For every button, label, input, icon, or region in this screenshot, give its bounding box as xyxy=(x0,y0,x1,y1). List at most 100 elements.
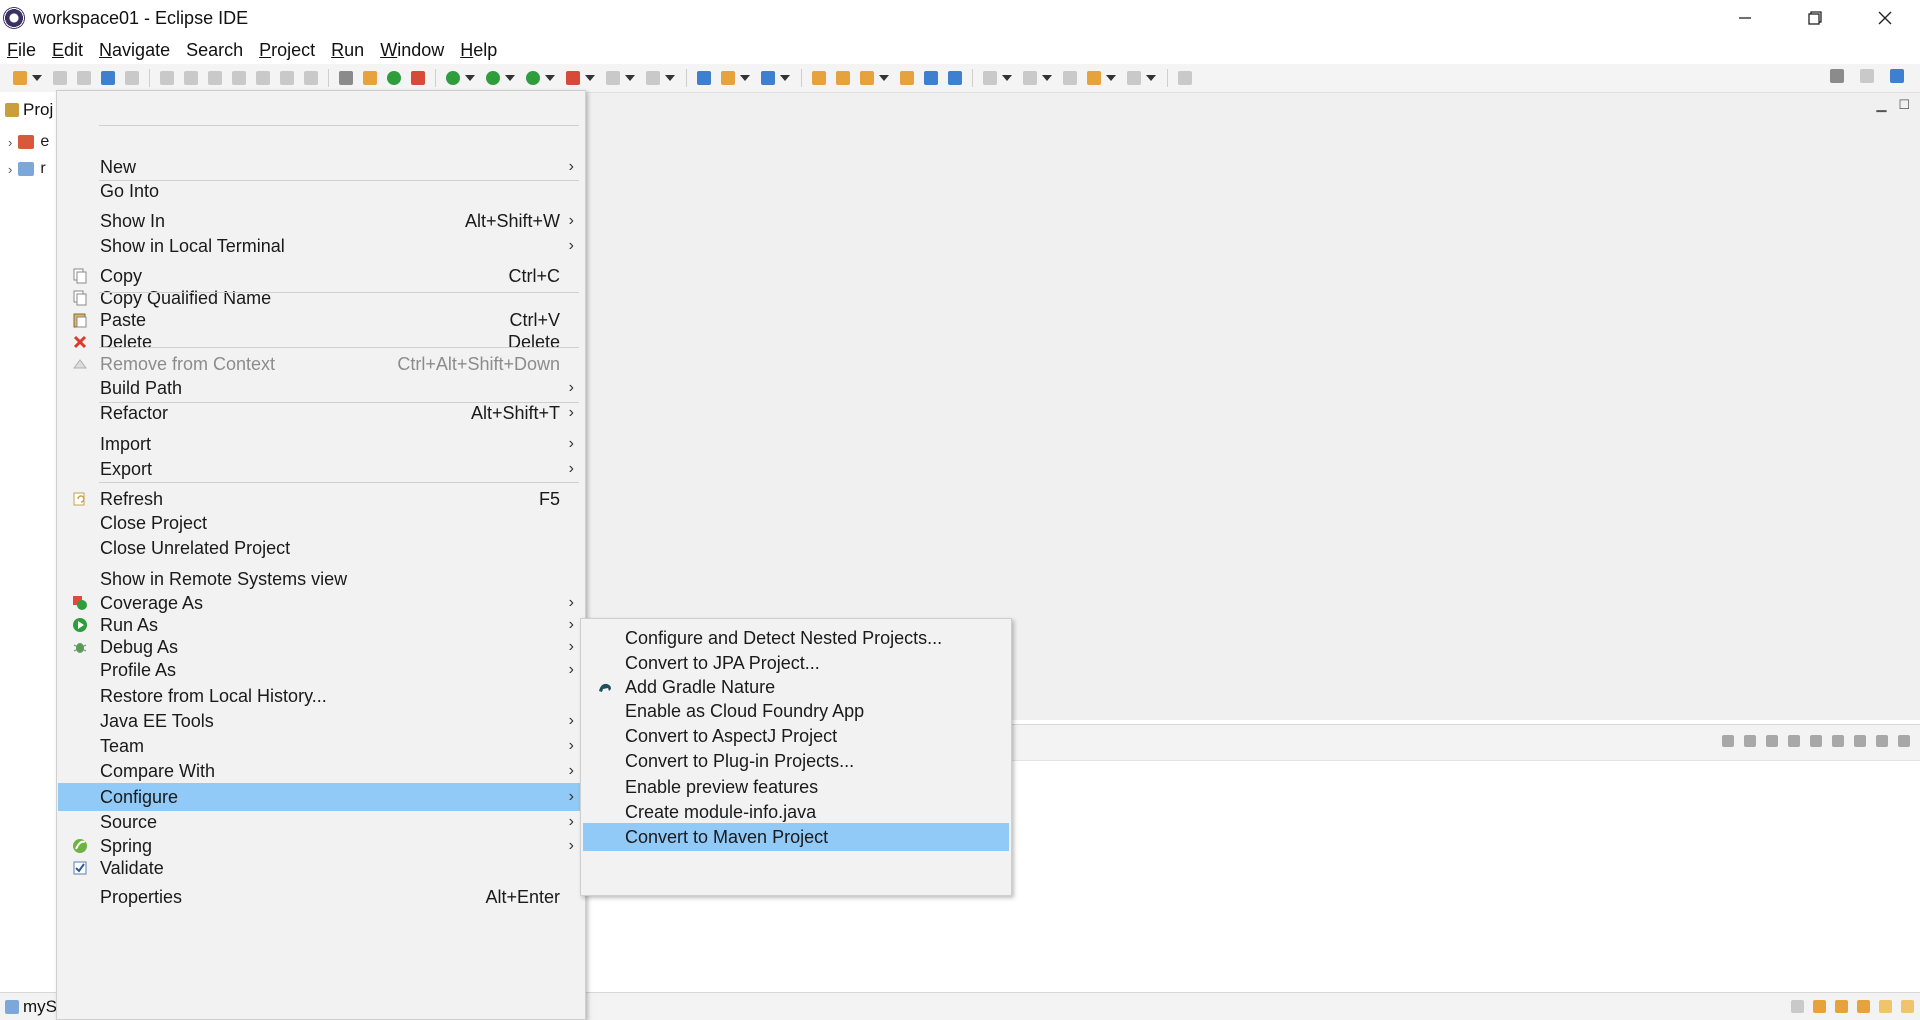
menu-item-build-path[interactable]: Build Path › xyxy=(58,374,584,402)
suspend-icon[interactable] xyxy=(184,71,198,85)
step-into-icon[interactable] xyxy=(256,71,270,85)
submenu-item-convert-to-maven-project[interactable]: Convert to Maven Project xyxy=(583,823,1009,851)
resume-icon[interactable] xyxy=(160,71,174,85)
pen-icon[interactable] xyxy=(1857,1000,1870,1013)
new-dropdown-icon[interactable] xyxy=(32,75,42,81)
book-icon[interactable] xyxy=(1813,1000,1826,1013)
menu-item-properties[interactable]: Properties Alt+Enter xyxy=(58,883,584,911)
new-icon[interactable] xyxy=(13,71,27,85)
open-type-icon[interactable] xyxy=(339,71,353,85)
menu-item-compare-with[interactable]: Compare With › xyxy=(58,757,584,785)
menu-navigate[interactable]: Navigate xyxy=(91,40,178,61)
skip-breakpoints-icon[interactable] xyxy=(125,71,139,85)
tree-item-selected[interactable]: › r xyxy=(8,160,46,178)
chevron-right-icon[interactable]: › xyxy=(8,162,12,177)
disconnect-icon[interactable] xyxy=(232,71,246,85)
spring-boot-icon[interactable] xyxy=(387,71,401,85)
submenu-item-convert-to-aspectj-project[interactable]: Convert to AspectJ Project xyxy=(583,722,1009,750)
stop-dropdown-icon[interactable] xyxy=(625,75,635,81)
menu-item-close-project[interactable]: Close Project xyxy=(58,509,584,537)
menu-item-import[interactable]: Import › xyxy=(58,430,584,458)
menu-item-export[interactable]: Export › xyxy=(58,455,584,483)
back-icon[interactable] xyxy=(1087,71,1101,85)
back-dropdown-icon[interactable] xyxy=(1106,75,1116,81)
save-icon[interactable] xyxy=(53,71,67,85)
open-file-icon[interactable] xyxy=(836,71,850,85)
view-menu-icon[interactable] xyxy=(1854,735,1866,747)
close-button[interactable] xyxy=(1850,0,1920,36)
next-annotation-icon[interactable] xyxy=(983,71,997,85)
terminal-icon[interactable] xyxy=(101,71,115,85)
run-icon[interactable] xyxy=(486,71,500,85)
relaunch-icon[interactable] xyxy=(411,71,425,85)
lightbulb-icon[interactable] xyxy=(1901,1000,1914,1013)
open-perspective-icon[interactable] xyxy=(1860,69,1874,83)
launch-dropdown-icon[interactable] xyxy=(879,75,889,81)
stop-icon[interactable] xyxy=(606,71,620,85)
submenu-item-enable-as-cloud-foundry-app[interactable]: Enable as Cloud Foundry App xyxy=(583,697,1009,725)
smiley-icon[interactable] xyxy=(1879,1000,1892,1013)
new-java-project-icon[interactable] xyxy=(721,71,735,85)
menu-project[interactable]: Project xyxy=(251,40,323,61)
maximize-view-icon[interactable]: ☐ xyxy=(1898,97,1910,113)
external-tools-dropdown-icon[interactable] xyxy=(585,75,595,81)
menu-search[interactable]: Search xyxy=(178,40,251,61)
menu-item-java-ee-tools[interactable]: Java EE Tools › xyxy=(58,707,584,735)
menu-run[interactable]: Run xyxy=(323,40,372,61)
save-all-icon[interactable] xyxy=(77,71,91,85)
publish-icon[interactable] xyxy=(1832,735,1844,747)
globe-icon[interactable] xyxy=(924,71,938,85)
settings-icon[interactable] xyxy=(1744,735,1756,747)
menu-item-restore-from-local-history[interactable]: Restore from Local History... xyxy=(58,682,584,710)
forward-icon[interactable] xyxy=(1127,71,1141,85)
new-server-icon[interactable] xyxy=(697,71,711,85)
new-class-dropdown-icon[interactable] xyxy=(780,75,790,81)
chevron-right-icon[interactable]: › xyxy=(8,135,12,150)
step-return-icon[interactable] xyxy=(304,71,318,85)
hat-icon[interactable] xyxy=(1835,1000,1848,1013)
menu-edit[interactable]: Edit xyxy=(44,40,91,61)
quick-access-search-icon[interactable] xyxy=(1830,69,1844,83)
debug-server-icon[interactable] xyxy=(1788,735,1800,747)
start-server-icon[interactable] xyxy=(1766,735,1778,747)
prev-annotation-dropdown-icon[interactable] xyxy=(1042,75,1052,81)
search-task-icon[interactable] xyxy=(363,71,377,85)
java-ee-perspective-icon[interactable] xyxy=(1890,69,1904,83)
step-over-icon[interactable] xyxy=(280,71,294,85)
menu-item-show-in-local-terminal[interactable]: Show in Local Terminal › xyxy=(58,232,584,260)
submenu-item-configure-and-detect-nested-projects[interactable]: Configure and Detect Nested Projects... xyxy=(583,624,1009,652)
menu-item-close-unrelated-project[interactable]: Close Unrelated Project xyxy=(58,534,584,562)
project-explorer-tab[interactable]: Proj xyxy=(5,100,53,120)
minimize-button[interactable] xyxy=(1710,0,1780,36)
menu-item-team[interactable]: Team › xyxy=(58,732,584,760)
search-icon[interactable] xyxy=(948,71,962,85)
menu-item-refactor[interactable]: Refactor Alt+Shift+T › xyxy=(58,399,584,427)
tasks-icon[interactable] xyxy=(1791,1000,1804,1013)
menu-item-validate[interactable]: Validate xyxy=(58,854,584,882)
menu-item-profile-as[interactable]: Profile As › xyxy=(58,656,584,684)
menu-item-configure[interactable]: Configure › xyxy=(58,783,584,811)
minimize-view-icon[interactable]: ▁ xyxy=(1876,97,1886,113)
coverage-icon[interactable] xyxy=(526,71,540,85)
server-icon[interactable] xyxy=(646,71,660,85)
restore-button[interactable] xyxy=(1780,0,1850,36)
submenu-item-convert-to-plug-in-projects[interactable]: Convert to Plug-in Projects... xyxy=(583,747,1009,775)
tree-item[interactable]: › e xyxy=(8,133,49,151)
collapse-all-icon[interactable] xyxy=(1722,735,1734,747)
menu-item-go-into[interactable]: Go Into xyxy=(58,177,584,205)
debug-icon[interactable] xyxy=(446,71,460,85)
menu-window[interactable]: Window xyxy=(372,40,452,61)
debug-dropdown-icon[interactable] xyxy=(465,75,475,81)
last-edit-icon[interactable] xyxy=(1063,71,1077,85)
stop-server-icon[interactable] xyxy=(1810,735,1822,747)
launch-icon[interactable] xyxy=(860,71,874,85)
coverage-dropdown-icon[interactable] xyxy=(545,75,555,81)
submenu-item-enable-preview-features[interactable]: Enable preview features xyxy=(583,773,1009,801)
open-folder-icon[interactable] xyxy=(812,71,826,85)
prev-annotation-icon[interactable] xyxy=(1023,71,1037,85)
menu-help[interactable]: Help xyxy=(452,40,505,61)
external-tools-icon[interactable] xyxy=(566,71,580,85)
new-class-icon[interactable] xyxy=(761,71,775,85)
pin-editor-icon[interactable] xyxy=(1178,71,1192,85)
server-dropdown-icon[interactable] xyxy=(665,75,675,81)
